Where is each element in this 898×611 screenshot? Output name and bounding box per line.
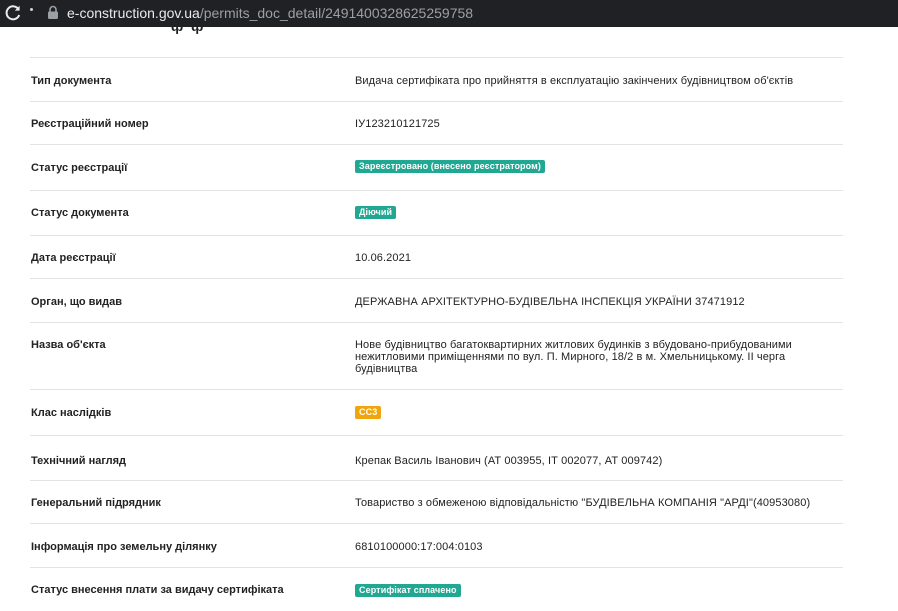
- detail-value: Крепак Василь Іванович (АТ 003955, ІТ 00…: [355, 455, 663, 467]
- detail-row-reg-number: Реєстраційний номер ІУ123210121725: [30, 101, 843, 144]
- detail-row-doc-type: Тип документа Видача сертифіката про при…: [30, 57, 843, 101]
- section-title: ф ф: [171, 27, 205, 34]
- detail-value: Зареєстровано (внесено реєстратором): [355, 160, 835, 173]
- detail-label: Статус документа: [31, 207, 129, 219]
- detail-value: Сертифікат сплачено: [355, 584, 835, 597]
- detail-value: 6810100000:17:004:0103: [355, 541, 483, 553]
- detail-row-doc-status: Статус документа Діючий: [30, 190, 843, 235]
- status-badge: Діючий: [355, 206, 397, 219]
- detail-label: Реєстраційний номер: [31, 118, 149, 130]
- detail-label: Статус внесення плати за видачу сертифік…: [31, 584, 284, 596]
- detail-row-land-plot: Інформація про земельну ділянку 68101000…: [30, 523, 843, 567]
- detail-row-contractor: Генеральний підрядник Товариство з обмеж…: [30, 480, 843, 523]
- browser-address-bar: e-construction.gov.ua/permits_doc_detail…: [0, 0, 898, 27]
- url-field[interactable]: e-construction.gov.ua/permits_doc_detail…: [67, 4, 473, 22]
- payment-badge: Сертифікат сплачено: [355, 584, 461, 597]
- detail-label: Назва об'єкта: [31, 339, 106, 351]
- detail-value: ДЕРЖАВНА АРХІТЕКТУРНО-БУДІВЕЛЬНА ІНСПЕКЦ…: [355, 296, 745, 308]
- detail-label: Дата реєстрації: [31, 252, 116, 264]
- detail-row-object-name: Назва об'єкта Нове будівництво багатоква…: [30, 322, 843, 389]
- section-title-cut: ф ф: [30, 27, 843, 37]
- detail-value: Видача сертифіката про прийняття в експл…: [355, 75, 794, 87]
- partial-icon: [30, 8, 33, 11]
- detail-value: СС3: [355, 406, 835, 419]
- detail-row-issuer: Орган, що видав ДЕРЖАВНА АРХІТЕКТУРНО-БУ…: [30, 278, 843, 322]
- detail-value: Діючий: [355, 206, 835, 219]
- detail-value: Нове будівництво багатоквартирних житлов…: [355, 339, 792, 375]
- detail-value: Товариство з обмеженою відповідальністю …: [355, 497, 811, 509]
- detail-value: 10.06.2021: [355, 252, 412, 264]
- class-badge: СС3: [355, 406, 382, 419]
- url-domain: e-construction.gov.ua: [67, 5, 200, 21]
- detail-label: Статус реєстрації: [31, 162, 128, 174]
- detail-row-consequence-class: Клас наслідків СС3: [30, 389, 843, 435]
- url-path: /permits_doc_detail/2491400328625259758: [199, 5, 474, 21]
- detail-row-reg-status: Статус реєстрації Зареєстровано (внесено…: [30, 144, 843, 190]
- detail-row-payment-status: Статус внесення плати за видачу сертифік…: [30, 567, 843, 611]
- detail-label: Клас наслідків: [31, 407, 112, 419]
- detail-label: Орган, що видав: [31, 296, 123, 308]
- detail-label: Інформація про земельну ділянку: [31, 541, 217, 553]
- detail-row-supervision: Технічний нагляд Крепак Василь Іванович …: [30, 435, 843, 480]
- detail-label: Тип документа: [31, 75, 112, 87]
- lock-icon[interactable]: [47, 5, 59, 20]
- detail-label: Технічний нагляд: [31, 455, 127, 467]
- reload-icon[interactable]: [4, 4, 22, 22]
- detail-label: Генеральний підрядник: [31, 497, 161, 509]
- detail-value: ІУ123210121725: [355, 118, 440, 130]
- detail-row-reg-date: Дата реєстрації 10.06.2021: [30, 235, 843, 278]
- status-badge: Зареєстровано (внесено реєстратором): [355, 160, 545, 173]
